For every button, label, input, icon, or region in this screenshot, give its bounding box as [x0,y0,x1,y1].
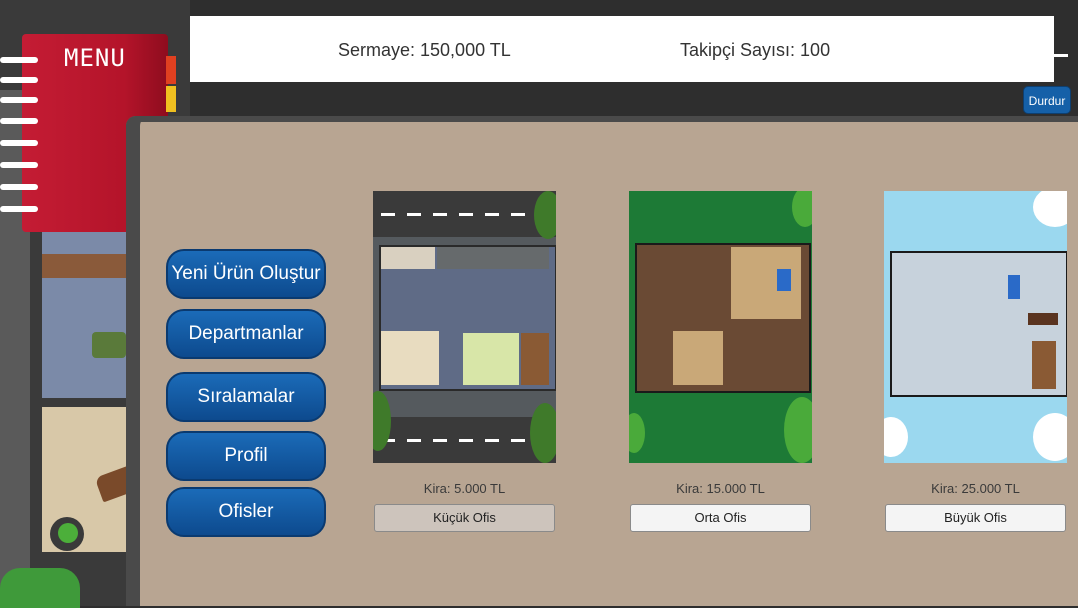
sidebar-item-rankings[interactable]: Sıralamalar [166,372,326,422]
spiral-ring [0,97,38,103]
medium-office-rent: Kira: 15.000 TL [676,481,765,496]
tree [792,191,812,227]
sidebar-item-offices[interactable]: Ofisler [166,487,326,537]
tree [530,403,556,463]
background-plant [50,517,84,551]
spiral-ring [0,140,38,146]
background-plant [92,332,126,358]
office-room [521,333,549,385]
sidebar-item-profile[interactable]: Profil [166,431,326,481]
cloud [1033,191,1067,227]
medium-office-image [629,191,812,463]
spiral-ring [0,206,38,212]
cloud [1033,413,1067,461]
stats-bar: Sermaye: 150,000 TL Takipçi Sayısı: 100 [190,16,1054,82]
small-office-image [373,191,556,463]
tree [629,413,645,453]
office-kitchen [381,247,435,269]
spiral-ring [0,162,38,168]
office-room [673,331,723,385]
capital-text: Sermaye: 150,000 TL [338,40,511,60]
pause-button[interactable]: Durdur [1023,86,1071,114]
office-room [381,331,439,385]
followers-text: Takipçi Sayısı: 100 [680,40,831,60]
background-room [42,232,132,398]
menu-tab-yellow [166,86,176,112]
office-road [373,417,556,463]
background-table [42,254,132,278]
office-room [1032,341,1056,389]
sidebar-item-new-product[interactable]: Yeni Ürün Oluştur [166,249,326,299]
large-office-button[interactable]: Büyük Ofis [885,504,1066,532]
office-hall [437,247,549,269]
sidebar-item-departments[interactable]: Departmanlar [166,309,326,359]
large-office-image [884,191,1067,463]
spiral-ring [0,118,38,124]
background-room [42,407,138,552]
spiral-ring [0,184,38,190]
office-room [463,333,519,385]
tree [784,397,812,463]
small-office-rent: Kira: 5.000 TL [423,481,506,496]
stats-bar-edge [1054,54,1068,57]
cloud [884,417,908,457]
menu-tab-red [166,56,176,84]
office-shelf [1028,313,1058,325]
spiral-ring [0,77,38,83]
medium-office-button[interactable]: Orta Ofis [630,504,811,532]
large-office-rent: Kira: 25.000 TL [931,481,1020,496]
menu-tabs [166,56,176,116]
tree [534,191,556,239]
background-tree [0,568,80,608]
small-office-button[interactable]: Küçük Ofis [374,504,555,532]
menu-label: MENU [64,44,126,72]
office-road [373,191,556,237]
office-desk [777,269,791,291]
spiral-ring [0,57,38,63]
office-desk [1008,275,1020,299]
